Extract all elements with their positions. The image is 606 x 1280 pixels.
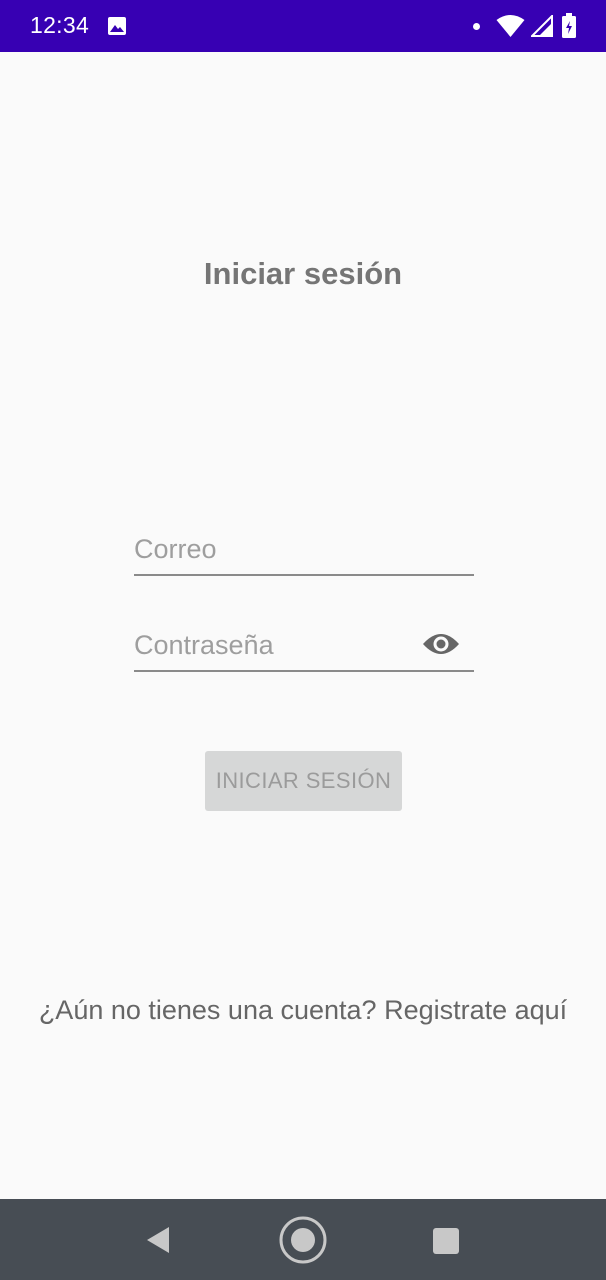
toggle-password-visibility-button[interactable]	[420, 624, 462, 664]
login-button[interactable]: INICIAR SESIÓN	[205, 751, 402, 811]
dot-icon	[473, 23, 480, 30]
battery-icon	[562, 13, 576, 38]
wifi-icon	[496, 15, 525, 37]
page-title: Iniciar sesión	[203, 256, 403, 291]
email-input[interactable]	[134, 526, 414, 572]
back-icon[interactable]	[145, 1226, 171, 1254]
signal-icon	[531, 15, 553, 37]
status-bar: 12:34	[0, 0, 606, 52]
email-field	[134, 526, 474, 576]
home-icon[interactable]	[278, 1215, 328, 1265]
password-field	[134, 622, 474, 672]
eye-icon	[423, 634, 459, 654]
register-link[interactable]: ¿Aún no tienes una cuenta? Registrate aq…	[0, 995, 606, 1026]
photo-icon	[108, 17, 126, 35]
recents-icon[interactable]	[433, 1228, 459, 1254]
password-input[interactable]	[134, 622, 414, 668]
navigation-bar	[0, 1199, 606, 1280]
status-time: 12:34	[30, 12, 90, 38]
